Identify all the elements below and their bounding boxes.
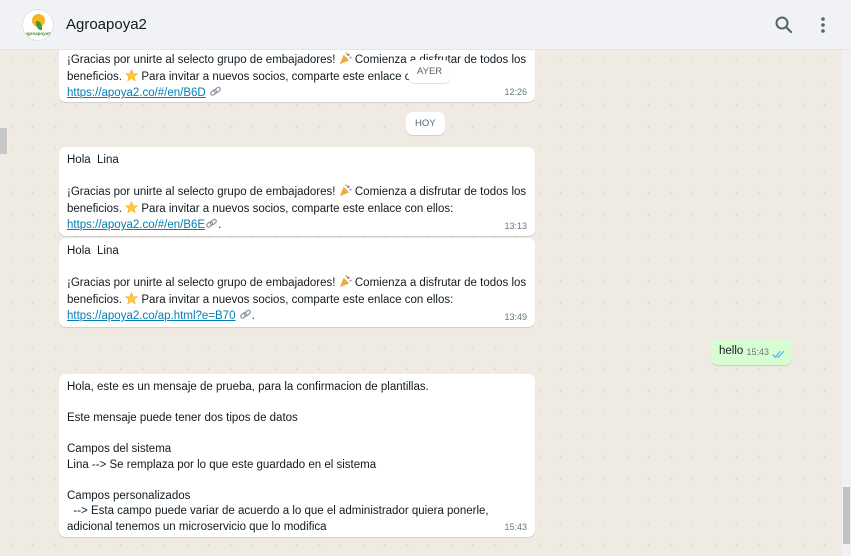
message-text: Hola, este es un mensaje de prueba, para… bbox=[67, 381, 489, 533]
link-icon bbox=[206, 218, 217, 228]
star-icon bbox=[125, 200, 139, 213]
message-list[interactable]: ¡Gracias por unirte al selecto grupo de … bbox=[0, 50, 851, 556]
message-time: 13:49 bbox=[504, 311, 527, 322]
message-text: ¡Gracias por unirte al selecto grupo de … bbox=[67, 52, 527, 99]
search-icon[interactable] bbox=[772, 13, 796, 37]
message-time: 12:26 bbox=[504, 86, 527, 97]
double-check-icon bbox=[772, 350, 785, 359]
message-outgoing[interactable]: hello 15:43 bbox=[711, 339, 792, 365]
date-chip-yesterday: AYER bbox=[408, 60, 452, 83]
party-popper-icon bbox=[339, 184, 352, 197]
message-time: 15:43 bbox=[504, 521, 527, 532]
more-vertical-icon[interactable] bbox=[811, 13, 835, 37]
message-time: 15:43 bbox=[746, 346, 769, 357]
invite-link[interactable]: https://apoya2.co/ap.html?e=B70 bbox=[67, 310, 235, 322]
star-icon bbox=[125, 291, 139, 304]
message-text: Hola Lina ¡Gracias por unirte al selecto… bbox=[67, 245, 527, 322]
chat-header: agroapoya2 Agroapoya2 bbox=[0, 0, 851, 50]
message-incoming[interactable]: Hola, este es un mensaje de prueba, para… bbox=[59, 374, 535, 537]
scrollbar-thumb[interactable] bbox=[843, 487, 850, 544]
message-incoming[interactable]: Hola Lina ¡Gracias por unirte al selecto… bbox=[59, 147, 535, 236]
chat-scrollbar[interactable] bbox=[842, 50, 851, 556]
contact-name[interactable]: Agroapoya2 bbox=[66, 16, 147, 33]
avatar-brand-text: agroapoya2 bbox=[25, 31, 51, 36]
party-popper-icon bbox=[339, 275, 352, 288]
contact-avatar[interactable]: agroapoya2 bbox=[22, 9, 54, 41]
message-incoming[interactable]: ¡Gracias por unirte al selecto grupo de … bbox=[59, 50, 535, 102]
date-chip-today: HOY bbox=[406, 112, 445, 135]
star-icon bbox=[125, 68, 139, 81]
link-icon bbox=[239, 309, 251, 319]
message-incoming[interactable]: Hola Lina ¡Gracias por unirte al selecto… bbox=[59, 238, 535, 327]
link-icon bbox=[210, 86, 221, 96]
left-edge-handle bbox=[0, 128, 7, 154]
party-popper-icon bbox=[339, 52, 352, 65]
message-text: Hola Lina ¡Gracias por unirte al selecto… bbox=[67, 154, 527, 231]
message-time: 13:13 bbox=[504, 220, 527, 231]
invite-link[interactable]: https://apoya2.co/#/en/B6D bbox=[67, 87, 206, 99]
invite-link[interactable]: https://apoya2.co/#/en/B6E bbox=[67, 219, 205, 231]
